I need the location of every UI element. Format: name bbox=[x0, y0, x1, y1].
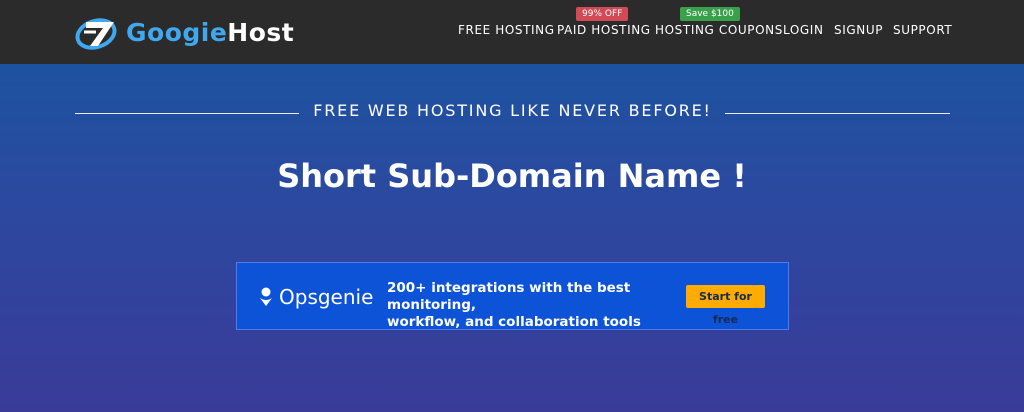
hosting-coupons-badge: Save $100 bbox=[680, 7, 740, 21]
ad-description: 200+ integrations with the best monitori… bbox=[387, 280, 677, 331]
logo-text-part1: Googie bbox=[126, 17, 228, 47]
opsgenie-ad-banner[interactable]: Opsgenie 200+ integrations with the best… bbox=[236, 262, 789, 330]
ad-start-free-button[interactable]: Start for free bbox=[686, 285, 765, 326]
hero-tagline: FREE WEB HOSTING LIKE NEVER BEFORE! bbox=[313, 101, 712, 120]
nav-paid-hosting[interactable]: PAID HOSTING bbox=[557, 23, 651, 37]
hero-headline: Short Sub-Domain Name ! bbox=[277, 157, 747, 195]
ad-brand-logo: Opsgenie bbox=[259, 285, 373, 309]
nav-support[interactable]: SUPPORT bbox=[893, 23, 952, 37]
top-navbar: GoogieHost FREE HOSTING 99% OFF PAID HOS… bbox=[0, 0, 1024, 64]
paid-hosting-badge: 99% OFF bbox=[576, 7, 629, 21]
logo-text-part2: Host bbox=[227, 17, 295, 47]
ad-text-line2: workflow, and collaboration tools bbox=[387, 314, 641, 330]
googiehost-logo-icon bbox=[75, 18, 117, 50]
ad-brand-name: Opsgenie bbox=[279, 285, 374, 309]
nav-signup[interactable]: SIGNUP bbox=[834, 23, 883, 37]
tagline-right-rule bbox=[725, 113, 950, 114]
ad-text-line1: 200+ integrations with the best monitori… bbox=[387, 280, 631, 313]
nav-free-hosting[interactable]: FREE HOSTING bbox=[458, 23, 555, 37]
nav-hosting-coupons[interactable]: HOSTING COUPONS bbox=[655, 23, 783, 37]
opsgenie-logo-icon bbox=[260, 287, 272, 306]
nav-login[interactable]: LOGIN bbox=[783, 23, 824, 37]
logo-wordmark: GoogieHost bbox=[126, 18, 294, 47]
site-logo[interactable]: GoogieHost bbox=[74, 10, 294, 54]
tagline-row: FREE WEB HOSTING LIKE NEVER BEFORE! bbox=[75, 97, 950, 125]
